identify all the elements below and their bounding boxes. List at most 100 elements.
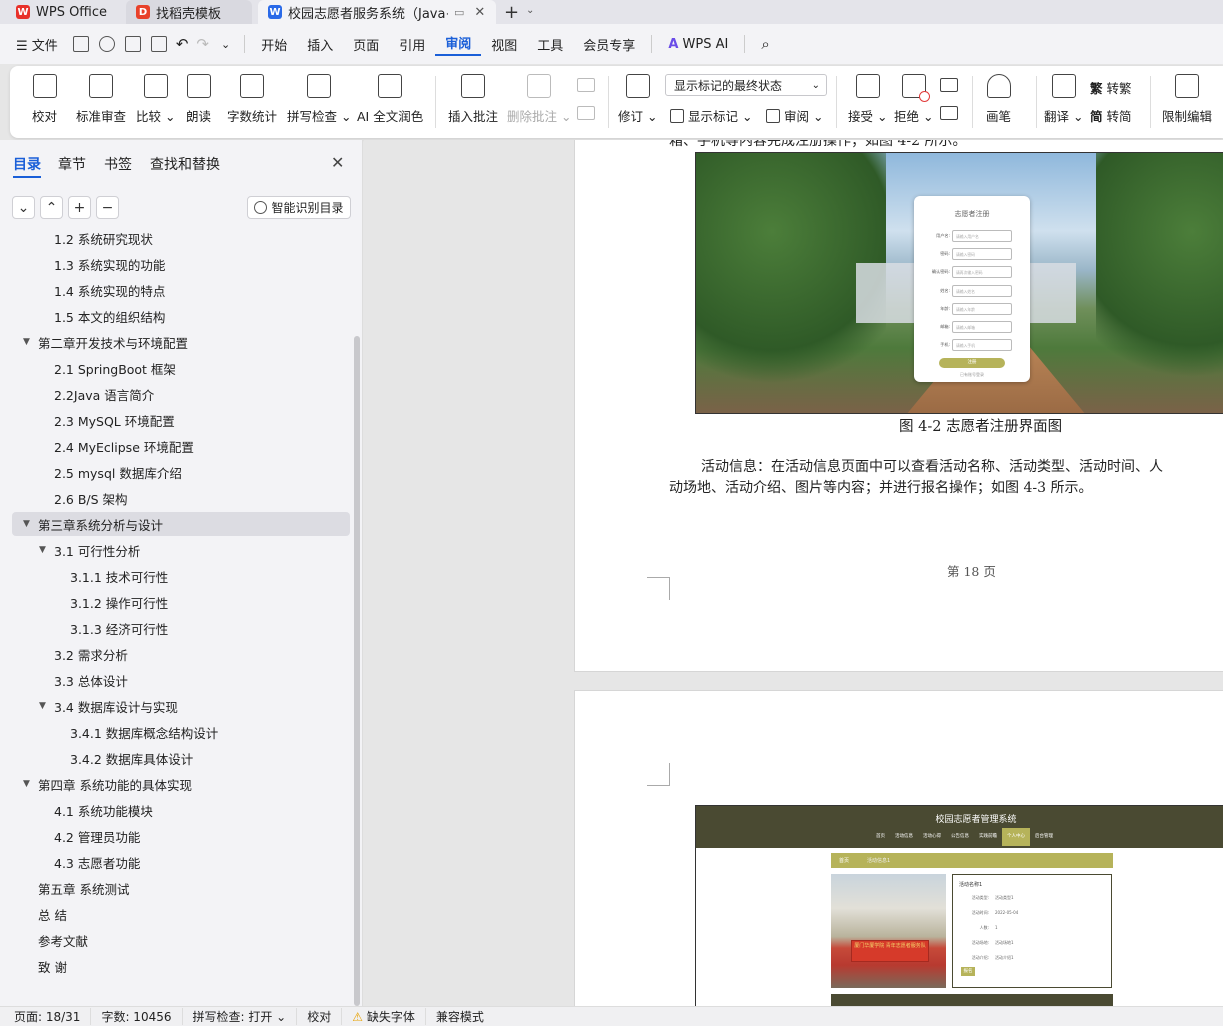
to-traditional-button[interactable]: 繁 转繁 — [1090, 78, 1132, 97]
redo-icon[interactable]: ↷ — [192, 35, 213, 53]
track-changes-button[interactable]: 修订 ⌄ — [618, 74, 657, 125]
display-state-select[interactable]: 显示标记的最终状态 ⌄ — [665, 74, 827, 96]
toc-item[interactable]: 致 谢 — [0, 954, 352, 978]
toc-item[interactable]: 3.1.3 经济可行性 — [0, 616, 352, 640]
toc-item[interactable]: 1.2 系统研究现状 — [0, 226, 352, 250]
restrict-edit-button[interactable]: 限制编辑 — [1162, 74, 1212, 125]
undo-icon[interactable]: ↶ — [172, 35, 193, 53]
toc-item[interactable]: 4.2 管理员功能 — [0, 824, 352, 848]
nav-tab-sections[interactable]: 章节 — [58, 154, 86, 174]
remove-heading-icon[interactable]: − — [96, 196, 119, 219]
menu-page[interactable]: 页面 — [343, 35, 389, 54]
print-preview-icon[interactable] — [150, 36, 167, 52]
menu-insert[interactable]: 插入 — [297, 35, 343, 54]
menu-start[interactable]: 开始 — [251, 35, 297, 54]
wps-ai-button[interactable]: A WPS AI — [658, 37, 738, 52]
toc-item[interactable]: 3.4.2 数据库具体设计 — [0, 746, 352, 770]
show-markup-button[interactable]: 显示标记 ⌄ — [670, 106, 752, 125]
file-menu[interactable]: ☰ 文件 — [0, 35, 68, 54]
toc-item[interactable]: ▼ 第四章 系统功能的具体实现 — [0, 772, 352, 796]
to-simplified-button[interactable]: 简 转简 — [1090, 106, 1132, 125]
page-indicator[interactable]: 页面: 18/31 — [0, 1008, 92, 1025]
insert-comment-button[interactable]: 插入批注 — [448, 74, 498, 125]
proof-button[interactable]: 校对 — [32, 74, 57, 125]
word-count-button[interactable]: 字数统计 — [227, 74, 277, 125]
expand-arrow-icon[interactable]: ▼ — [39, 701, 46, 711]
toc-item[interactable]: 2.3 MySQL 环境配置 — [0, 408, 352, 432]
spell-check-indicator[interactable]: 拼写检查: 打开 ⌄ — [183, 1008, 298, 1025]
nav-tab-bookmarks[interactable]: 书签 — [104, 154, 132, 174]
expand-arrow-icon[interactable]: ▼ — [23, 337, 30, 347]
smart-toc-button[interactable]: 智能识别目录 — [247, 196, 351, 219]
toc-item[interactable]: 4.3 志愿者功能 — [0, 850, 352, 874]
toc-item[interactable]: 2.4 MyEclipse 环境配置 — [0, 434, 352, 458]
toc-item[interactable]: 3.2 需求分析 — [0, 642, 352, 666]
toc-item[interactable]: 3.1.1 技术可行性 — [0, 564, 352, 588]
toc-item[interactable]: ▼ 第二章开发技术与环境配置 — [0, 330, 352, 354]
toc-item[interactable]: 4.1 系统功能模块 — [0, 798, 352, 822]
toc-item[interactable]: 3.1.2 操作可行性 — [0, 590, 352, 614]
toc-item[interactable]: ▼ 3.1 可行性分析 — [0, 538, 352, 562]
toc-item[interactable]: 2.5 mysql 数据库介绍 — [0, 460, 352, 484]
ai-polish-icon — [378, 74, 403, 98]
toc-item[interactable]: 1.4 系统实现的特点 — [0, 278, 352, 302]
nav-tab-find-replace[interactable]: 查找和替换 — [150, 154, 220, 174]
menu-member[interactable]: 会员专享 — [573, 35, 645, 54]
menu-review[interactable]: 审阅 — [435, 33, 482, 56]
review-pane-button[interactable]: 审阅 ⌄ — [766, 106, 823, 125]
ai-polish-button[interactable]: AI 全文润色 — [357, 74, 423, 125]
toc-scrollbar[interactable] — [354, 336, 360, 1006]
add-heading-icon[interactable]: + — [68, 196, 91, 219]
prev-change-icon[interactable] — [940, 78, 958, 92]
toc-item[interactable]: 3.3 总体设计 — [0, 668, 352, 692]
pen-button[interactable]: 画笔 — [986, 74, 1011, 125]
menu-reference[interactable]: 引用 — [389, 35, 435, 54]
chevron-down-icon[interactable]: ⌄ — [526, 5, 534, 16]
accept-button[interactable]: 接受 ⌄ — [848, 74, 887, 125]
toc-item[interactable]: 3.4.1 数据库概念结构设计 — [0, 720, 352, 744]
delete-comment-button[interactable]: 删除批注 ⌄ — [507, 74, 571, 125]
close-tab-icon[interactable]: ✕ — [474, 5, 485, 20]
search-icon[interactable]: ⌕ — [751, 35, 779, 53]
reject-button[interactable]: 拒绝 ⌄ — [894, 74, 933, 125]
toc-item[interactable]: 1.3 系统实现的功能 — [0, 252, 352, 276]
read-aloud-button[interactable]: 朗读 — [186, 74, 211, 125]
expand-arrow-icon[interactable]: ▼ — [23, 519, 30, 529]
print-icon[interactable] — [124, 36, 141, 52]
next-comment-icon[interactable] — [577, 106, 595, 120]
new-tab-icon[interactable]: + — [504, 2, 519, 23]
prev-comment-icon[interactable] — [577, 78, 595, 92]
std-review-button[interactable]: 标准审查 — [76, 74, 126, 125]
toc-item[interactable]: 2.1 SpringBoot 框架 — [0, 356, 352, 380]
tab-wps-office[interactable]: W WPS Office — [6, 0, 118, 24]
tab-docer-templates[interactable]: D 找稻壳模板 — [126, 0, 252, 24]
toc-item[interactable]: 参考文献 — [0, 928, 352, 952]
menu-view[interactable]: 视图 — [481, 35, 527, 54]
close-pane-icon[interactable]: ✕ — [331, 153, 344, 172]
expand-arrow-icon[interactable]: ▼ — [39, 545, 46, 555]
menu-tools[interactable]: 工具 — [527, 35, 573, 54]
toc-item[interactable]: 1.5 本文的组织结构 — [0, 304, 352, 328]
proof-indicator[interactable]: 校对 — [297, 1008, 343, 1025]
toc-item[interactable]: 2.2Java 语言简介 — [0, 382, 352, 406]
toc-item[interactable]: 总 结 — [0, 902, 352, 926]
compare-button[interactable]: 比较 ⌄ — [136, 74, 175, 125]
save-icon[interactable] — [72, 36, 89, 52]
toc-item[interactable]: ▼ 3.4 数据库设计与实现 — [0, 694, 352, 718]
collapse-all-icon[interactable]: ⌄ — [12, 196, 35, 219]
spell-check-button[interactable]: 拼写检查 ⌄ — [287, 74, 351, 125]
tab-current-document[interactable]: W 校园志愿者服务系统（Java+s ▭ ✕ — [258, 0, 496, 24]
missing-font-indicator[interactable]: ⚠ 缺失字体 — [342, 1008, 426, 1025]
next-change-icon[interactable] — [940, 106, 958, 120]
toc-item[interactable]: 2.6 B/S 架构 — [0, 486, 352, 510]
link-icon[interactable] — [98, 36, 115, 52]
expand-arrow-icon[interactable]: ▼ — [23, 779, 30, 789]
more-chevron-icon[interactable]: ⌄ — [213, 38, 238, 51]
word-count-indicator[interactable]: 字数: 10456 — [91, 1008, 183, 1025]
translate-button[interactable]: 翻译 ⌄ — [1044, 74, 1083, 125]
toc-item[interactable]: 第五章 系统测试 — [0, 876, 352, 900]
expand-up-icon[interactable]: ⌃ — [40, 196, 63, 219]
nav-tab-toc[interactable]: 目录 — [13, 154, 41, 174]
site-nav-item: 后台管理 — [1035, 834, 1053, 839]
toc-item[interactable]: ▼ 第三章系统分析与设计 — [12, 512, 350, 536]
